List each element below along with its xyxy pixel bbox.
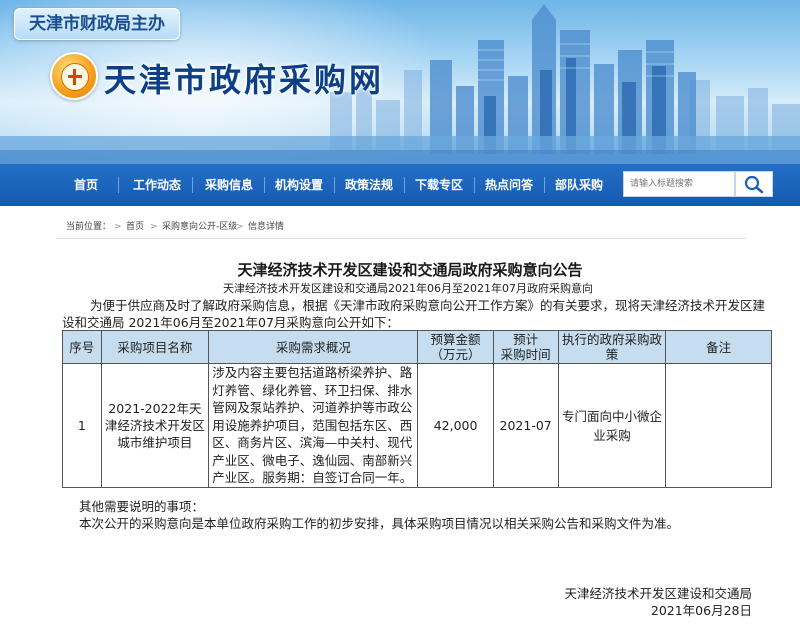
column-header-remark: 备注: [665, 330, 772, 364]
column-header-time-line1: 预计: [513, 332, 539, 347]
column-header-project: 采购项目名称: [100, 330, 210, 364]
page-subtitle: 天津经济技术开发区建设和交通局2021年06月至2021年07月政府采购意向: [223, 282, 593, 295]
breadcrumb-item-home[interactable]: 首页: [126, 216, 144, 238]
nav-item-downloads[interactable]: 下载专区: [408, 164, 470, 206]
nav-item-faq[interactable]: 热点问答: [478, 164, 540, 206]
column-header-requirement: 采购需求概况: [208, 330, 419, 364]
procurement-logo-icon: [50, 52, 98, 100]
breadcrumb-item-detail: 信息详情: [248, 222, 285, 232]
column-header-budget-line2: （万元）: [430, 347, 481, 362]
cell-budget: 42,000: [417, 363, 494, 488]
search-input[interactable]: [623, 171, 735, 197]
cell-no: 1: [62, 363, 102, 488]
page-title: 天津经济技术开发区建设和交通局政府采购意向公告: [237, 261, 583, 279]
nav-item-organization[interactable]: 机构设置: [268, 164, 330, 206]
cell-requirement: 涉及内容主要包括道路桥梁养护、路灯养管、绿化养管、环卫扫保、排水管网及泵站养护、…: [208, 363, 419, 488]
header-banner: 天津市财政局主办 天津市政府采购网: [0, 0, 800, 164]
column-header-policy-line2: 策: [605, 347, 619, 362]
sponsor-badge: 天津市财政局主办: [14, 8, 180, 40]
breadcrumb-item-intent-district[interactable]: 采购意向公开-区级: [162, 216, 237, 238]
column-header-no: 序号: [62, 330, 102, 364]
nav-item-procurement-info[interactable]: 采购信息: [198, 164, 260, 206]
procurement-intent-table: 序号 采购项目名称 采购需求概况 预算金额 （万元） 预计 采购时间 执行的政府…: [62, 330, 772, 488]
column-header-time-line2: 采购时间: [500, 347, 551, 362]
cell-time: 2021-07: [492, 363, 559, 488]
breadcrumb-separator: >: [150, 222, 158, 232]
breadcrumb-label: 当前位置：: [66, 222, 112, 232]
table-header-row: 序号 采购项目名称 采购需求概况 预算金额 （万元） 预计 采购时间 执行的政府…: [62, 330, 772, 364]
nav-item-home[interactable]: 首页: [60, 164, 112, 206]
column-header-policy-line1: 执行的政府采购政: [561, 332, 662, 347]
cell-policy: 专门面向中小微企业采购: [557, 363, 667, 488]
signature-date: 2021年06月28日: [650, 603, 752, 618]
other-notes-text: 本次公开的采购意向是本单位政府采购工作的初步安排，具体采购项目情况以相关采购公告…: [79, 516, 680, 531]
intro-paragraph-line-2: 设和交通局 2021年06月至2021年07月采购意向公开如下：: [62, 315, 399, 330]
breadcrumb-separator: >: [114, 222, 122, 232]
nav-item-policy[interactable]: 政策法规: [338, 164, 400, 206]
nav-item-work-news[interactable]: 工作动态: [126, 164, 188, 206]
cell-remark: [665, 363, 772, 488]
column-header-policy: 执行的政府采购政 策: [557, 330, 667, 364]
table-row: 1 2021-2022年天津经济技术开发区城市维护项目 涉及内容主要包括道路桥梁…: [62, 363, 772, 488]
search-icon: [744, 175, 764, 194]
column-header-budget-line1: 预算金额: [430, 332, 481, 347]
site-title[interactable]: 天津市政府采购网: [104, 55, 384, 101]
nav-item-military-procurement[interactable]: 部队采购: [548, 164, 610, 206]
column-header-time: 预计 采购时间: [492, 330, 559, 364]
other-notes-title: 其他需要说明的事项：: [79, 499, 205, 514]
column-header-budget: 预算金额 （万元）: [417, 330, 494, 364]
cell-project-name: 2021-2022年天津经济技术开发区城市维护项目: [100, 363, 210, 488]
breadcrumb: 当前位置： > 首页 > 采购意向公开-区级 > 信息详情: [56, 216, 746, 239]
intro-paragraph-line-1: 为便于供应商及时了解政府采购信息，根据《天津市政府采购意向公开工作方案》的有关要…: [90, 298, 766, 313]
breadcrumb-separator: >: [236, 222, 244, 232]
search-button[interactable]: [735, 171, 773, 197]
